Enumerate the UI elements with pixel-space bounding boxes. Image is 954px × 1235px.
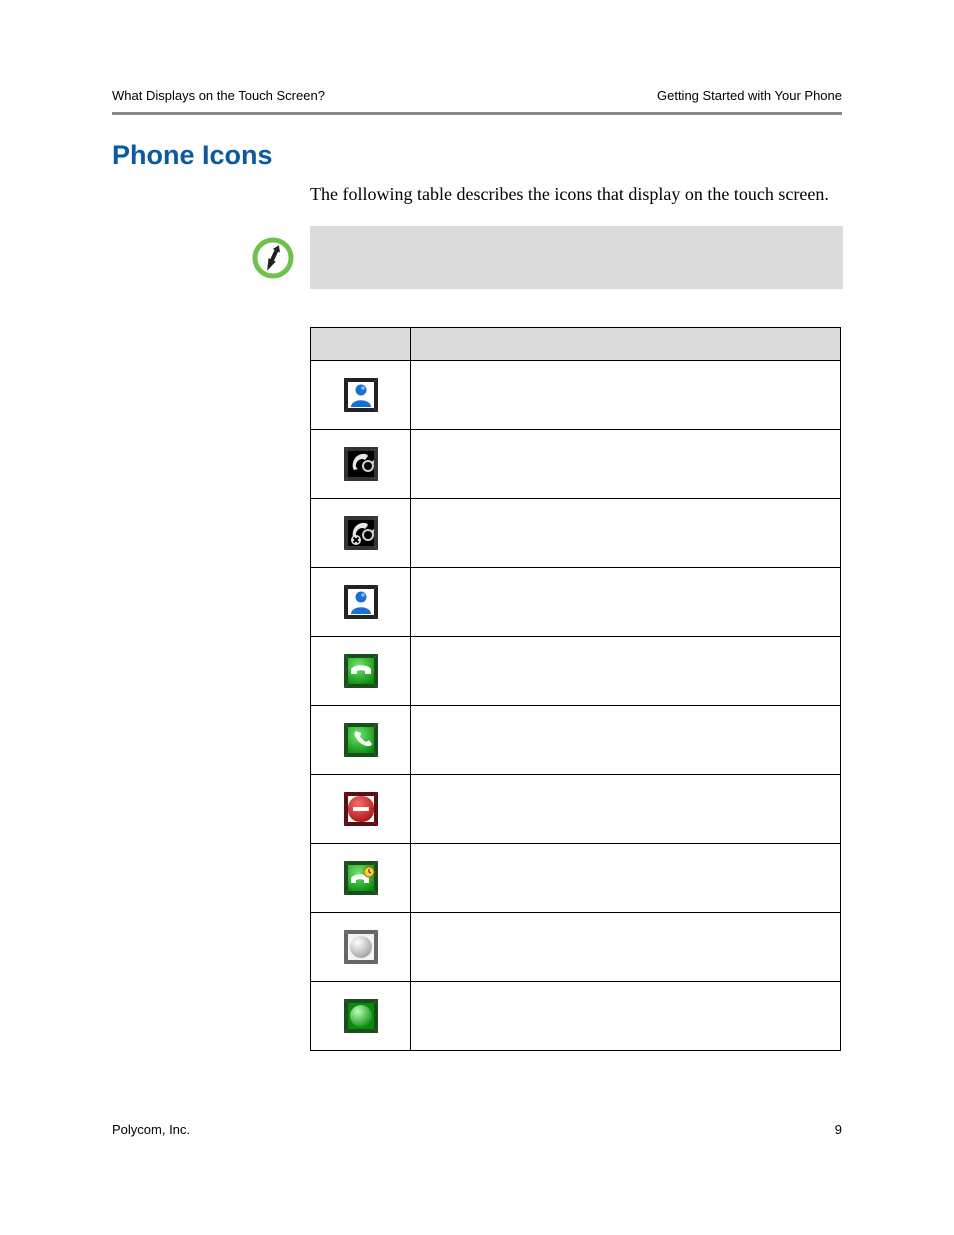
person-blue-icon (344, 378, 378, 412)
intro-paragraph: The following table describes the icons … (310, 184, 829, 205)
person-blue2-icon (344, 585, 378, 619)
table-row (311, 637, 841, 706)
sphere-grey-icon (344, 930, 378, 964)
handset-green-icon (344, 654, 378, 688)
dnd-red-icon (344, 792, 378, 826)
table-row (311, 982, 841, 1051)
table-cell-description (411, 775, 841, 844)
footer-company: Polycom, Inc. (112, 1122, 190, 1137)
table-row (311, 568, 841, 637)
table-header-icon (311, 328, 411, 361)
table-cell-description (411, 982, 841, 1051)
table-row (311, 430, 841, 499)
table-row (311, 844, 841, 913)
table-header-row (311, 328, 841, 361)
table-header-description (411, 328, 841, 361)
forward-clock-icon (344, 861, 378, 895)
table-row (311, 775, 841, 844)
header-rule (112, 112, 842, 115)
sphere-green-icon (344, 999, 378, 1033)
pushpin-icon (251, 236, 295, 285)
table-cell-description (411, 637, 841, 706)
table-row (311, 913, 841, 982)
running-header-right: Getting Started with Your Phone (657, 88, 842, 103)
icon-table (310, 327, 841, 1051)
table-cell-description (411, 913, 841, 982)
running-footer: Polycom, Inc. 9 (112, 1122, 842, 1137)
running-header-left: What Displays on the Touch Screen? (112, 88, 325, 103)
table-row (311, 706, 841, 775)
phone-roll-icon (344, 447, 378, 481)
running-header: What Displays on the Touch Screen? Getti… (112, 88, 842, 103)
phone-roll-x-icon (344, 516, 378, 550)
table-cell-description (411, 499, 841, 568)
document-page: What Displays on the Touch Screen? Getti… (0, 0, 954, 1235)
table-cell-description (411, 706, 841, 775)
table-row (311, 361, 841, 430)
table-row (311, 499, 841, 568)
table-cell-description (411, 361, 841, 430)
table-cell-description (411, 430, 841, 499)
footer-page-number: 9 (835, 1122, 842, 1137)
callout-box (310, 226, 843, 289)
table-cell-description (411, 844, 841, 913)
handset-lift-icon (344, 723, 378, 757)
section-heading: Phone Icons (112, 140, 273, 171)
table-cell-description (411, 568, 841, 637)
